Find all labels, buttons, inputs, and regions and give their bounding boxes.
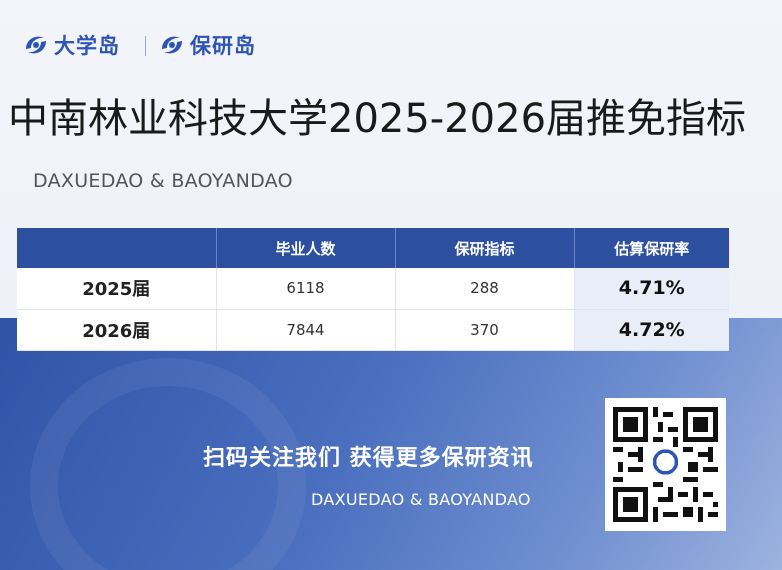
row-rate: 4.72% xyxy=(574,309,729,351)
table-row: 2025届 6118 288 4.71% xyxy=(17,268,729,310)
row-year: 2026届 xyxy=(17,309,217,351)
row-year: 2025届 xyxy=(17,268,217,310)
header-year xyxy=(17,228,217,268)
baoyandao-logo[interactable]: 保研岛 xyxy=(158,30,256,60)
table-row: 2026届 7844 370 4.72% xyxy=(17,309,729,351)
row-graduates: 6118 xyxy=(216,268,396,310)
page-title: 中南林业科技大学2025-2026届推免指标 xyxy=(8,96,747,142)
table-header-row: 毕业人数 保研指标 估算保研率 xyxy=(17,228,729,268)
page-subtitle: DAXUEDAO & BAOYANDAO xyxy=(33,170,293,192)
qr-code-icon xyxy=(613,407,718,522)
qr-code[interactable] xyxy=(605,398,726,531)
header-rate: 估算保研率 xyxy=(574,228,729,268)
header-graduates: 毕业人数 xyxy=(216,228,396,268)
row-rate: 4.71% xyxy=(574,268,729,310)
promo-text: 扫码关注我们 获得更多保研资讯 xyxy=(203,446,534,471)
row-quota: 288 xyxy=(395,268,575,310)
daxuedao-logo-text: 大学岛 xyxy=(54,34,120,58)
row-quota: 370 xyxy=(395,309,575,351)
daxuedao-logo-icon xyxy=(26,36,46,54)
row-graduates: 7844 xyxy=(216,309,396,351)
promo-subtitle: DAXUEDAO & BAOYANDAO xyxy=(311,490,531,509)
baoyandao-logo-text: 保研岛 xyxy=(190,34,256,58)
baoyandao-logo-icon xyxy=(162,36,182,54)
header-quota: 保研指标 xyxy=(395,228,575,268)
quota-table: 毕业人数 保研指标 估算保研率 2025届 6118 288 4.71% 202… xyxy=(17,228,729,351)
daxuedao-logo[interactable]: 大学岛 xyxy=(22,30,120,60)
logo-separator xyxy=(145,36,146,56)
